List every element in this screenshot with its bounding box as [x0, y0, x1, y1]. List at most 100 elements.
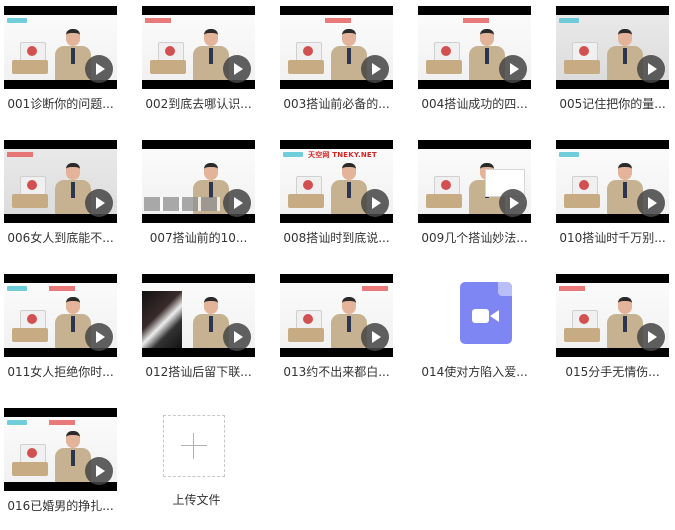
- file-tile[interactable]: 天空网 TNEKY.NET 008搭讪时到底说...: [280, 140, 393, 262]
- camera-lens: [490, 310, 499, 322]
- upload-button[interactable]: [163, 415, 225, 477]
- file-tile[interactable]: 010搭讪时千万别...: [556, 140, 669, 262]
- photo-strip: [144, 197, 220, 211]
- video-thumbnail[interactable]: [4, 6, 117, 89]
- play-icon[interactable]: [361, 55, 389, 83]
- video-thumbnail[interactable]: [556, 140, 669, 223]
- play-icon[interactable]: [223, 55, 251, 83]
- video-thumbnail[interactable]: [280, 6, 393, 89]
- channel-logo: [7, 286, 27, 291]
- file-tile[interactable]: 016已婚男的挣扎...: [4, 408, 117, 530]
- laptop-prop: [20, 444, 46, 464]
- channel-logo: [7, 152, 33, 157]
- channel-logo: [145, 18, 171, 23]
- file-name[interactable]: 008搭讪时到底说...: [280, 230, 393, 246]
- play-icon[interactable]: [85, 457, 113, 485]
- file-tile[interactable]: 012搭讪后留下联...: [142, 274, 255, 396]
- channel-logo: [49, 286, 75, 291]
- play-icon[interactable]: [223, 189, 251, 217]
- desk-prop: [564, 194, 600, 208]
- laptop-prop: [572, 310, 598, 330]
- watermark-text: 天空网 TNEKY.NET: [308, 151, 377, 159]
- play-icon[interactable]: [223, 323, 251, 351]
- desk-prop: [12, 328, 48, 342]
- video-thumbnail[interactable]: [142, 6, 255, 89]
- file-name[interactable]: 001诊断你的问题...: [4, 96, 117, 112]
- file-name[interactable]: 009几个搭讪妙法...: [418, 230, 531, 246]
- file-name[interactable]: 007搭讪前的10...: [142, 230, 255, 246]
- channel-logo: [559, 152, 579, 157]
- play-icon[interactable]: [637, 323, 665, 351]
- play-icon[interactable]: [499, 55, 527, 83]
- channel-logo: [325, 18, 351, 23]
- file-name[interactable]: 015分手无情伤...: [556, 364, 669, 380]
- laptop-prop: [20, 42, 46, 62]
- file-name[interactable]: 016已婚男的挣扎...: [4, 498, 117, 514]
- file-name[interactable]: 012搭讪后留下联...: [142, 364, 255, 380]
- file-tile[interactable]: 011女人拒绝你时...: [4, 274, 117, 396]
- play-icon[interactable]: [85, 323, 113, 351]
- video-thumbnail[interactable]: [418, 6, 531, 89]
- channel-logo: [559, 286, 585, 291]
- play-icon[interactable]: [637, 189, 665, 217]
- camera-body: [472, 309, 489, 323]
- desk-prop: [426, 194, 462, 208]
- play-icon[interactable]: [499, 189, 527, 217]
- laptop-prop: [158, 42, 184, 62]
- file-tile[interactable]: 015分手无情伤...: [556, 274, 669, 396]
- play-icon[interactable]: [361, 323, 389, 351]
- video-thumbnail[interactable]: [556, 6, 669, 89]
- laptop-prop: [434, 42, 460, 62]
- video-thumbnail[interactable]: [556, 274, 669, 357]
- file-name[interactable]: 005记住把你的量...: [556, 96, 669, 112]
- video-file-icon[interactable]: [460, 282, 512, 344]
- plus-icon: [181, 433, 207, 459]
- file-tile[interactable]: 003搭讪前必备的...: [280, 6, 393, 128]
- laptop-prop: [296, 42, 322, 62]
- file-name[interactable]: 002到底去哪认识...: [142, 96, 255, 112]
- desk-prop: [564, 60, 600, 74]
- video-thumbnail[interactable]: [418, 140, 531, 223]
- file-name[interactable]: 011女人拒绝你时...: [4, 364, 117, 380]
- file-tile[interactable]: 006女人到底能不...: [4, 140, 117, 262]
- file-tile[interactable]: 007搭讪前的10...: [142, 140, 255, 262]
- channel-logo: [283, 152, 303, 157]
- video-thumbnail[interactable]: [4, 274, 117, 357]
- file-name[interactable]: 013约不出来都白...: [280, 364, 393, 380]
- file-tile[interactable]: 014使对方陷入爱...: [418, 274, 531, 396]
- video-thumbnail[interactable]: [142, 274, 255, 357]
- video-thumbnail[interactable]: 天空网 TNEKY.NET: [280, 140, 393, 223]
- play-icon[interactable]: [85, 189, 113, 217]
- desk-prop: [564, 328, 600, 342]
- video-thumbnail[interactable]: [280, 274, 393, 357]
- upload-label[interactable]: 上传文件: [140, 492, 253, 508]
- video-thumbnail[interactable]: [4, 140, 117, 223]
- file-tile[interactable]: 005记住把你的量...: [556, 6, 669, 128]
- play-icon[interactable]: [85, 55, 113, 83]
- file-name[interactable]: 014使对方陷入爱...: [418, 364, 531, 380]
- desk-prop: [150, 60, 186, 74]
- play-icon[interactable]: [361, 189, 389, 217]
- desk-prop: [426, 60, 462, 74]
- channel-logo: [559, 18, 579, 23]
- channel-logo: [7, 420, 27, 425]
- channel-logo: [362, 286, 388, 291]
- play-icon[interactable]: [637, 55, 665, 83]
- file-tile[interactable]: 013约不出来都白...: [280, 274, 393, 396]
- video-thumbnail[interactable]: [142, 140, 255, 223]
- desk-prop: [288, 194, 324, 208]
- desk-prop: [12, 462, 48, 476]
- file-tile[interactable]: 009几个搭讪妙法...: [418, 140, 531, 262]
- file-tile[interactable]: 001诊断你的问题...: [4, 6, 117, 128]
- desk-prop: [12, 194, 48, 208]
- file-name[interactable]: 006女人到底能不...: [4, 230, 117, 246]
- video-thumbnail[interactable]: [4, 408, 117, 491]
- file-name[interactable]: 010搭讪时千万别...: [556, 230, 669, 246]
- file-name[interactable]: 003搭讪前必备的...: [280, 96, 393, 112]
- laptop-prop: [20, 176, 46, 196]
- file-tile[interactable]: 004搭讪成功的四...: [418, 6, 531, 128]
- file-tile[interactable]: 002到底去哪认识...: [142, 6, 255, 128]
- laptop-prop: [572, 42, 598, 62]
- desk-prop: [12, 60, 48, 74]
- file-name[interactable]: 004搭讪成功的四...: [418, 96, 531, 112]
